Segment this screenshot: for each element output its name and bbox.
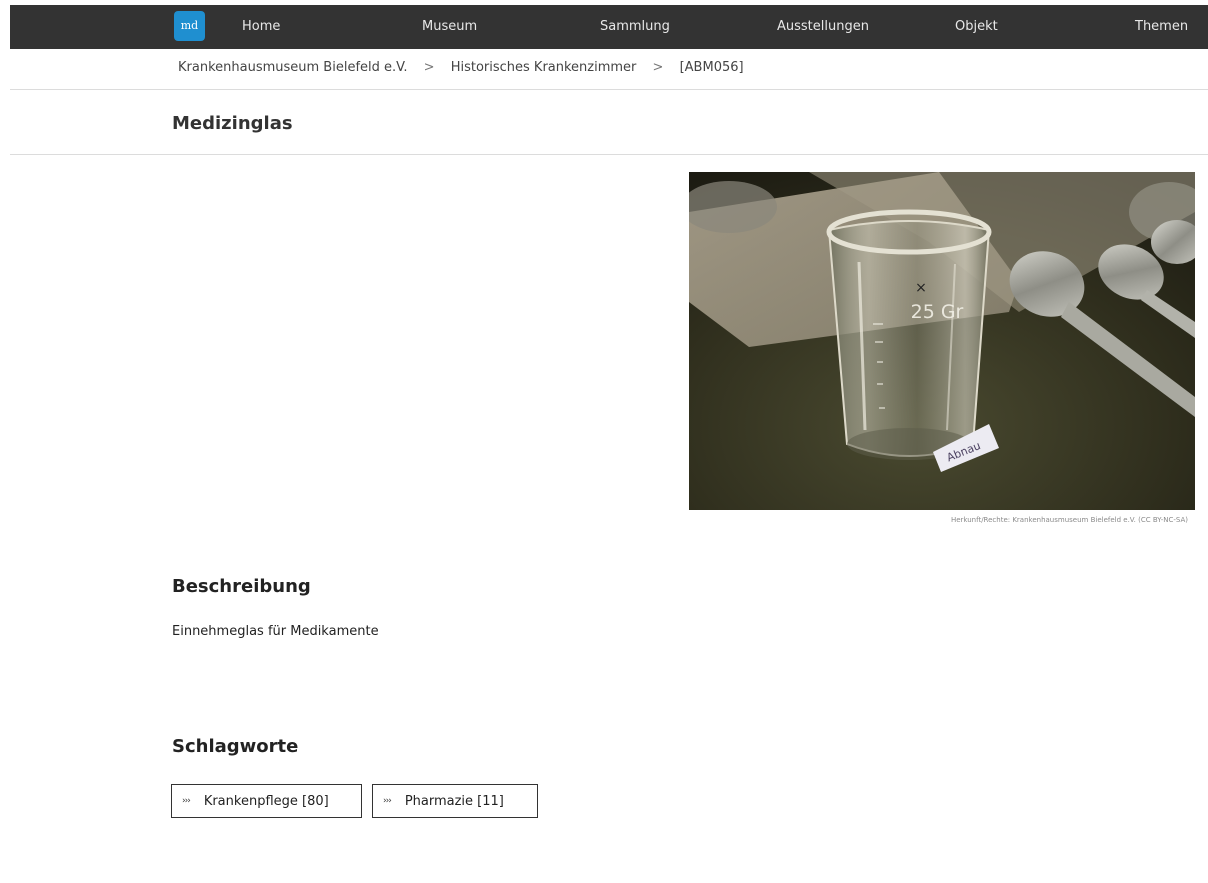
breadcrumb-item-museum[interactable]: Krankenhausmuseum Bielefeld e.V.: [178, 60, 408, 75]
tag-label: Krankenpflege [80]: [203, 793, 329, 809]
keywords-heading: Schlagworte: [172, 736, 299, 757]
description-heading: Beschreibung: [172, 576, 311, 597]
divider: [10, 154, 1208, 155]
description-text: Einnehmeglas für Medikamente: [172, 624, 379, 639]
divider: [10, 89, 1208, 90]
tag-label: Pharmazie [11]: [404, 793, 504, 809]
triple-chevron-icon: ›››: [182, 796, 191, 806]
svg-text:×: ×: [915, 280, 927, 296]
glass-marking-text: 25 Gr: [911, 301, 964, 323]
breadcrumb-item-object-id: [ABM056]: [679, 60, 744, 75]
image-caption: Herkunft/Rechte: Krankenhausmuseum Biele…: [950, 516, 1188, 524]
breadcrumb: Krankenhausmuseum Bielefeld e.V. > Histo…: [178, 60, 744, 80]
breadcrumb-separator: >: [652, 60, 664, 75]
breadcrumb-item-exhibition[interactable]: Historisches Krankenzimmer: [451, 60, 637, 75]
tag-pharmazie[interactable]: ››› Pharmazie [11]: [372, 784, 538, 818]
breadcrumb-separator: >: [423, 60, 435, 75]
nav-objekt[interactable]: Objekt: [955, 5, 998, 49]
nav-ausstellungen[interactable]: Ausstellungen: [777, 5, 869, 49]
nav-sammlung[interactable]: Sammlung: [600, 5, 670, 49]
top-navigation: md Home Museum Sammlung Ausstellungen Ob…: [10, 5, 1208, 49]
nav-themen[interactable]: Themen: [1135, 5, 1188, 49]
nav-museum[interactable]: Museum: [422, 5, 477, 49]
page-title: Medizinglas: [172, 113, 293, 134]
object-photo[interactable]: × 25 Gr Abnau: [689, 172, 1195, 510]
nav-home[interactable]: Home: [242, 5, 280, 49]
tag-krankenpflege[interactable]: ››› Krankenpflege [80]: [171, 784, 362, 818]
md-logo[interactable]: md: [174, 11, 205, 41]
triple-chevron-icon: ›››: [383, 796, 392, 806]
medicine-glass-illustration: × 25 Gr Abnau: [689, 172, 1195, 510]
